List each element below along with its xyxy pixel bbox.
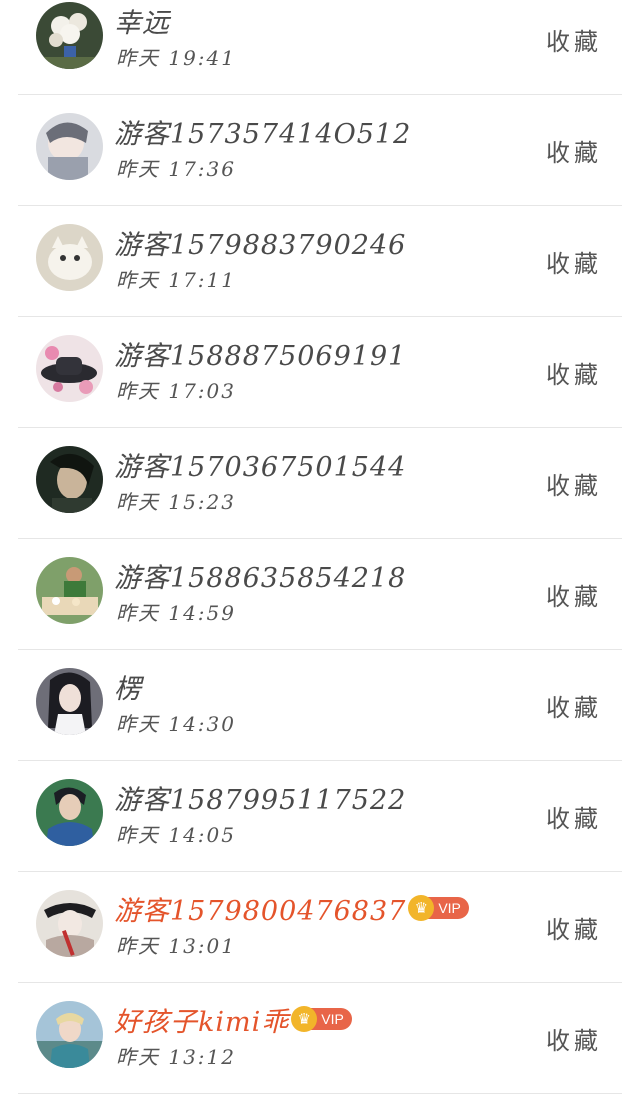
- user-name[interactable]: 游客1579883790246: [114, 223, 406, 262]
- user-name-line: 游客157357414O512: [114, 112, 411, 151]
- cat-avatar[interactable]: [36, 224, 103, 291]
- list-item[interactable]: 楞昨天 14:30 收藏: [0, 650, 640, 761]
- favorite-button[interactable]: 收藏: [546, 1021, 602, 1056]
- timestamp: 昨天 13:01: [116, 934, 236, 958]
- dark-figure-avatar[interactable]: [36, 446, 103, 513]
- timestamp: 昨天 17:36: [116, 157, 236, 181]
- favorite-button[interactable]: 收藏: [546, 355, 602, 390]
- vip-badge: ♛ VIP: [408, 895, 469, 921]
- favorite-button[interactable]: 收藏: [546, 244, 602, 279]
- user-name[interactable]: 游客1587995117522: [114, 778, 406, 817]
- list-item[interactable]: 游客1588635854218 昨天 14:59 收藏: [0, 539, 640, 650]
- costume-figure-avatar[interactable]: [36, 890, 103, 957]
- list-item[interactable]: 游客157357414O512 昨天 17:36 收藏: [0, 95, 640, 206]
- vip-label: VIP: [311, 1008, 352, 1030]
- user-name[interactable]: 游客1570367501544: [114, 445, 406, 484]
- timestamp: 昨天 17:03: [116, 379, 236, 403]
- timestamp: 昨天 14:30: [116, 712, 236, 736]
- timestamp: 昨天 14:05: [116, 823, 236, 847]
- timestamp: 昨天 15:23: [116, 490, 236, 514]
- favorite-button[interactable]: 收藏: [546, 910, 602, 945]
- user-name[interactable]: 楞: [114, 667, 142, 706]
- user-name[interactable]: 好孩子kimi乖: [114, 1000, 289, 1039]
- user-name[interactable]: 游客1579800476837: [114, 889, 406, 928]
- favorite-button[interactable]: 收藏: [546, 688, 602, 723]
- list-item[interactable]: 好孩子kimi乖 ♛ VIP 昨天 13:12 收藏: [0, 983, 640, 1094]
- list-item[interactable]: 游客1570367501544 昨天 15:23 收藏: [0, 428, 640, 539]
- timestamp: 昨天 14:59: [116, 601, 236, 625]
- list-item[interactable]: 幸远昨天 19:41 收藏: [0, 0, 640, 95]
- user-name[interactable]: 幸远: [114, 1, 170, 40]
- list-item[interactable]: 游客1579800476837 ♛ VIP 昨天 13:01 收藏: [0, 872, 640, 983]
- user-name-line: 幸远: [114, 1, 170, 40]
- user-name-line: 游客1579883790246: [114, 223, 406, 262]
- list-item[interactable]: 游客1588875069191 昨天 17:03 收藏: [0, 317, 640, 428]
- user-name[interactable]: 游客1588875069191: [114, 334, 406, 373]
- user-name-line: 好孩子kimi乖 ♛ VIP: [114, 1000, 352, 1039]
- timestamp: 昨天 17:11: [116, 268, 236, 292]
- user-name-line: 楞: [114, 667, 142, 706]
- timestamp: 昨天 19:41: [116, 46, 236, 70]
- child-outdoor-avatar[interactable]: [36, 1001, 103, 1068]
- user-name-line: 游客1588875069191: [114, 334, 406, 373]
- vip-badge: ♛ VIP: [291, 1006, 352, 1032]
- user-name[interactable]: 游客157357414O512: [114, 112, 411, 151]
- flower-vase-avatar[interactable]: [36, 2, 103, 69]
- favorite-button[interactable]: 收藏: [546, 799, 602, 834]
- favorite-button[interactable]: 收藏: [546, 22, 602, 57]
- favorite-button[interactable]: 收藏: [546, 466, 602, 501]
- user-name-line: 游客1579800476837 ♛ VIP: [114, 889, 469, 928]
- timestamp: 昨天 13:12: [116, 1045, 236, 1069]
- favorite-button[interactable]: 收藏: [546, 577, 602, 612]
- favorites-list: 幸远 昨天 19:41 收藏 游客157357414O512 昨天 17:36 收藏 游客1…: [0, 0, 640, 1094]
- hat-flowers-avatar[interactable]: [36, 335, 103, 402]
- girl-portrait-avatar[interactable]: [36, 668, 103, 735]
- person-table-avatar[interactable]: [36, 557, 103, 624]
- man-blue-avatar[interactable]: [36, 779, 103, 846]
- list-item[interactable]: 游客1579883790246 昨天 17:11 收藏: [0, 206, 640, 317]
- favorite-button[interactable]: 收藏: [546, 133, 602, 168]
- user-name[interactable]: 游客1588635854218: [114, 556, 406, 595]
- list-item[interactable]: 游客1587995117522 昨天 14:05 收藏: [0, 761, 640, 872]
- user-name-line: 游客1588635854218: [114, 556, 406, 595]
- anime-girl-avatar[interactable]: [36, 113, 103, 180]
- user-name-line: 游客1570367501544: [114, 445, 406, 484]
- vip-label: VIP: [428, 897, 469, 919]
- user-name-line: 游客1587995117522: [114, 778, 406, 817]
